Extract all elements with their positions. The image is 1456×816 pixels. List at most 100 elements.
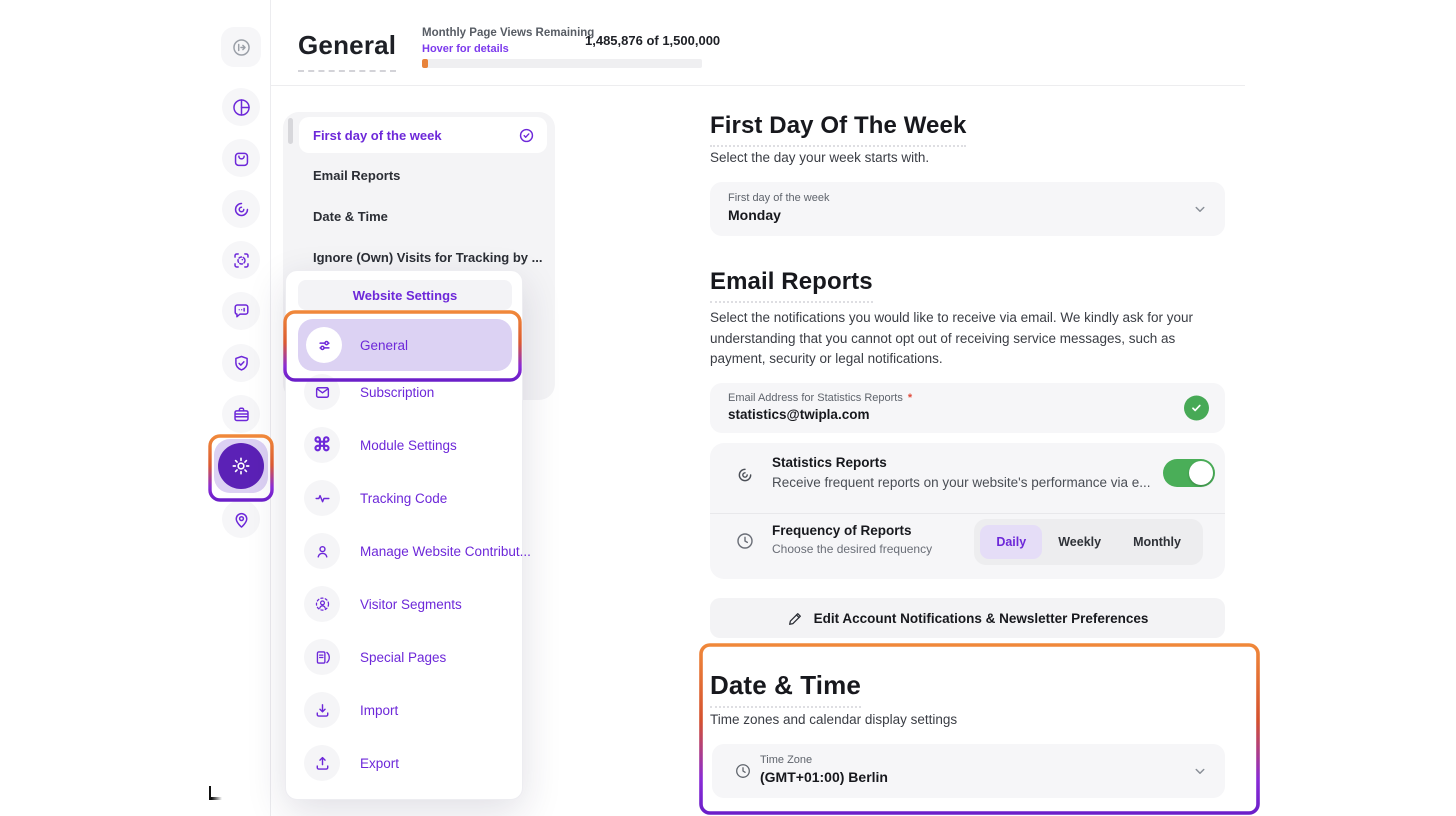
email-address-field[interactable]: Email Address for Statistics Reports* st… (710, 383, 1225, 433)
section-desc-date-time: Time zones and calendar display settings (710, 712, 957, 727)
sliders-icon (315, 336, 334, 355)
menu-item-label: Tracking Code (360, 491, 447, 506)
valid-check-icon (1184, 396, 1209, 421)
person-segment-icon (313, 595, 332, 614)
session-scan-icon (231, 250, 252, 271)
shield-check-icon (231, 353, 252, 374)
pencil-icon (787, 610, 804, 627)
frequency-segmented-control: Daily Weekly Monthly (974, 519, 1203, 565)
section-desc-first-day: Select the day your week starts with. (710, 150, 929, 165)
section-heading-date-time: Date & Time (710, 670, 861, 708)
sidebar-item-settings[interactable] (214, 439, 268, 493)
app-window: General Monthly Page Views Remaining Hov… (0, 0, 1456, 816)
nav-item-first-day[interactable]: First day of the week (299, 117, 547, 153)
pulse-icon (313, 489, 332, 508)
location-pin-icon (231, 509, 252, 530)
sidebar-item-privacy[interactable] (222, 344, 260, 382)
gear-icon (230, 455, 252, 477)
sidebar-item-locations[interactable] (222, 500, 260, 538)
sidebar-item-session-recordings[interactable] (222, 241, 260, 279)
sidebar-divider (270, 0, 271, 816)
website-settings-menu: Website Settings General Subscription ⌘ … (285, 270, 523, 800)
frequency-option-daily[interactable]: Daily (980, 525, 1042, 559)
statistics-reports-subtitle: Receive frequent reports on your website… (772, 475, 1151, 490)
menu-item-label: General (360, 338, 408, 353)
nav-item-date-time[interactable]: Date & Time (313, 209, 388, 224)
chat-icon (231, 301, 252, 322)
menu-item-manage-contributors[interactable]: Manage Website Contribut... (304, 533, 512, 569)
shopping-bag-icon (231, 148, 252, 169)
export-icon (313, 754, 332, 773)
menu-item-module-settings[interactable]: ⌘ Module Settings (304, 427, 512, 463)
menu-item-tracking-code[interactable]: Tracking Code (304, 480, 512, 516)
usage-label: Monthly Page Views Remaining (422, 27, 594, 39)
email-field-value: statistics@twipla.com (728, 407, 1207, 422)
statistics-reports-toggle[interactable] (1163, 459, 1215, 487)
clock-icon (735, 531, 755, 551)
settings-active-indicator (218, 443, 264, 489)
command-icon: ⌘ (313, 436, 332, 455)
pages-icon (313, 648, 332, 667)
section-heading-first-day: First Day Of The Week (710, 112, 966, 147)
person-icon (313, 542, 332, 561)
first-day-select[interactable]: First day of the week Monday (710, 182, 1225, 236)
menu-item-visitor-segments[interactable]: Visitor Segments (304, 586, 512, 622)
usage-progress-fill (422, 59, 428, 68)
chevron-down-icon (1191, 762, 1209, 780)
statistics-reports-title: Statistics Reports (772, 455, 1151, 470)
menu-item-subscription[interactable]: Subscription (304, 374, 512, 410)
menu-item-export[interactable]: Export (304, 745, 512, 781)
menu-item-special-pages[interactable]: Special Pages (304, 639, 512, 675)
nav-item-label: First day of the week (313, 128, 518, 143)
page-title: General (298, 30, 396, 72)
nav-item-ignore-visits[interactable]: Ignore (Own) Visits for Tracking by ... (313, 250, 542, 265)
sidebar-item-workspace[interactable] (222, 395, 260, 433)
menu-item-label: Export (360, 756, 399, 771)
sidebar-item-feedback[interactable] (222, 292, 260, 330)
pie-chart-icon (231, 97, 252, 118)
statistics-spiral-icon (735, 465, 755, 485)
sidebar-item-ecommerce[interactable] (222, 139, 260, 177)
menu-item-label: Subscription (360, 385, 434, 400)
required-mark: * (908, 392, 912, 404)
timezone-select[interactable]: Time Zone (GMT+01:00) Berlin (712, 744, 1225, 798)
clock-icon (734, 762, 752, 780)
menu-item-label: Import (360, 703, 398, 718)
edit-notifications-label: Edit Account Notifications & Newsletter … (814, 611, 1149, 626)
first-day-select-label: First day of the week (728, 192, 1207, 204)
nav-item-email-reports[interactable]: Email Reports (313, 168, 400, 183)
timezone-value: (GMT+01:00) Berlin (760, 769, 1207, 785)
usage-progress-bar (422, 59, 702, 68)
frequency-subtitle: Choose the desired frequency (772, 542, 932, 556)
frequency-option-weekly[interactable]: Weekly (1042, 525, 1117, 559)
edit-notifications-button[interactable]: Edit Account Notifications & Newsletter … (710, 598, 1225, 638)
section-desc-email-reports: Select the notifications you would like … (710, 308, 1212, 370)
header-divider (271, 85, 1245, 86)
nav-scrollbar-thumb[interactable] (288, 118, 293, 144)
envelope-icon (313, 383, 332, 402)
email-reports-card: Statistics Reports Receive frequent repo… (710, 443, 1225, 579)
toggle-knob (1189, 461, 1213, 485)
check-circle-icon (518, 127, 535, 144)
menu-item-label: Special Pages (360, 650, 446, 665)
card-divider (710, 513, 1225, 514)
collapse-sidebar-button[interactable] (221, 27, 261, 67)
import-icon (313, 701, 332, 720)
timezone-label: Time Zone (760, 754, 1207, 766)
section-heading-email-reports: Email Reports (710, 268, 873, 303)
menu-item-import[interactable]: Import (304, 692, 512, 728)
frequency-title: Frequency of Reports (772, 523, 932, 538)
usage-details-link[interactable]: Hover for details (422, 43, 509, 55)
usage-value: 1,485,876 of 1,500,000 (585, 33, 720, 48)
menu-item-general[interactable]: General (298, 319, 512, 371)
menu-item-label: Visitor Segments (360, 597, 462, 612)
collapse-sidebar-icon (231, 37, 252, 58)
briefcase-icon (231, 404, 252, 425)
menu-item-label: Manage Website Contribut... (360, 544, 531, 559)
sidebar-item-dashboard[interactable] (222, 88, 260, 126)
frequency-option-monthly[interactable]: Monthly (1117, 525, 1197, 559)
sidebar-item-statistics[interactable] (222, 190, 260, 228)
statistics-spiral-icon (231, 199, 252, 220)
menu-title: Website Settings (298, 280, 512, 310)
first-day-select-value: Monday (728, 207, 1207, 223)
